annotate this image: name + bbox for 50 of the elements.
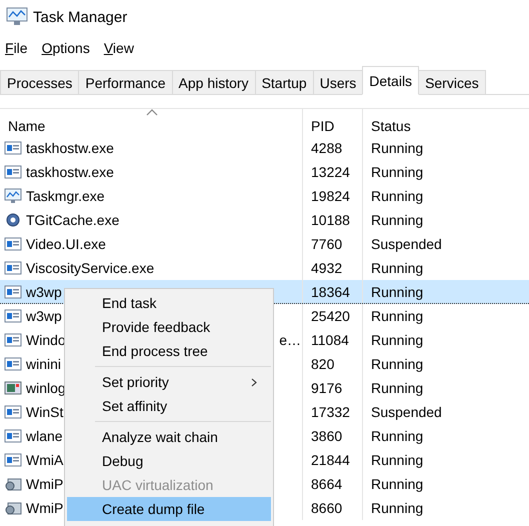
pid-cell: 8664 bbox=[311, 476, 342, 492]
status-cell: Running bbox=[371, 260, 424, 276]
status-cell: Running bbox=[371, 452, 424, 468]
status-cell: Running bbox=[371, 476, 424, 492]
process-name: ViscosityService.exe bbox=[26, 260, 154, 276]
pid-cell: 19824 bbox=[311, 188, 350, 204]
status-cell: Running bbox=[371, 164, 424, 180]
process-name: Video.UI.exe bbox=[26, 236, 106, 252]
process-name: taskhostw.exe bbox=[26, 140, 114, 156]
status-cell: Running bbox=[371, 284, 424, 300]
process-name: TGitCache.exe bbox=[26, 212, 120, 228]
process-name: WinSt bbox=[26, 404, 64, 420]
pid-cell: 10188 bbox=[311, 212, 350, 228]
process-name: WmiP bbox=[26, 476, 64, 492]
pid-cell: 18364 bbox=[311, 284, 350, 300]
window-title: Task Manager bbox=[33, 8, 128, 26]
status-cell: Suspended bbox=[371, 404, 442, 420]
process-name: winlog bbox=[26, 380, 66, 396]
pid-cell: 8660 bbox=[311, 500, 342, 516]
process-name: w3wp bbox=[26, 284, 62, 300]
process-name: e… bbox=[279, 332, 302, 348]
status-cell: Running bbox=[371, 500, 424, 516]
status-cell: Running bbox=[371, 356, 424, 372]
process-name: Taskmgr.exe bbox=[26, 188, 105, 204]
pid-cell: 21844 bbox=[311, 452, 350, 468]
status-cell: Running bbox=[371, 188, 424, 204]
pid-cell: 820 bbox=[311, 356, 334, 372]
pid-cell: 17332 bbox=[311, 404, 350, 420]
status-cell: Running bbox=[371, 140, 424, 156]
pid-cell: 3860 bbox=[311, 428, 342, 444]
pid-cell: 9176 bbox=[311, 380, 342, 396]
status-cell: Running bbox=[371, 332, 424, 348]
pid-cell: 13224 bbox=[311, 164, 350, 180]
status-cell: Running bbox=[371, 212, 424, 228]
process-name: w3wp bbox=[26, 308, 62, 324]
process-name: wlane bbox=[26, 428, 63, 444]
status-cell: Running bbox=[371, 308, 424, 324]
pid-cell: 7760 bbox=[311, 236, 342, 252]
status-cell: Running bbox=[371, 428, 424, 444]
pid-cell: 4288 bbox=[311, 140, 342, 156]
process-name: winini bbox=[26, 356, 62, 372]
process-name: WmiA bbox=[26, 452, 64, 468]
status-cell: Suspended bbox=[371, 236, 442, 252]
pid-cell: 11084 bbox=[311, 332, 349, 348]
process-name: taskhostw.exe bbox=[26, 164, 114, 180]
pid-cell: 25420 bbox=[311, 308, 350, 324]
status-cell: Running bbox=[371, 380, 424, 396]
process-name: Windo bbox=[26, 332, 66, 348]
pid-cell: 4932 bbox=[311, 260, 342, 276]
process-name: WmiP bbox=[26, 500, 64, 516]
